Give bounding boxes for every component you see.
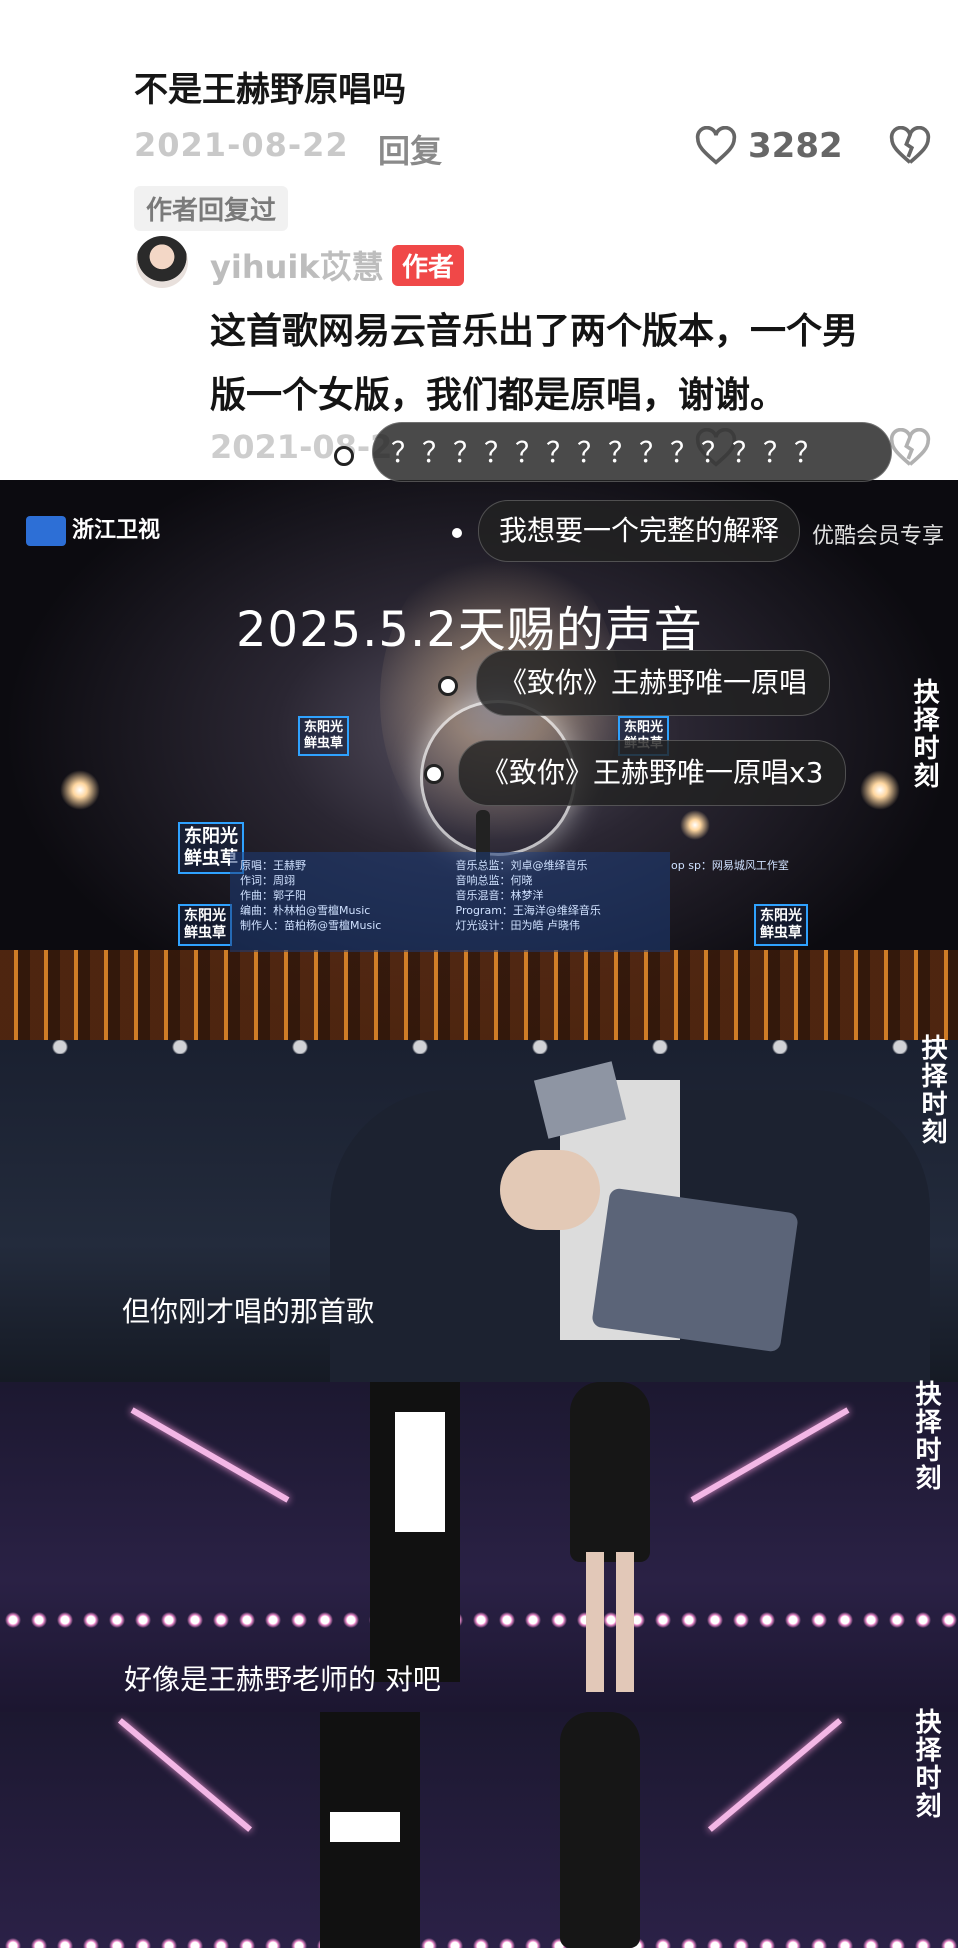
side-label: 抉择时刻: [909, 678, 939, 790]
danmaku-bubble[interactable]: ？？？？？？？？？？？？？？: [372, 422, 892, 482]
performer-right: [570, 1382, 650, 1562]
stage-light-beam: [707, 1718, 843, 1832]
host-cue-card: [591, 1187, 799, 1353]
credit-line: op sp：网易城风工作室: [671, 859, 789, 872]
stage-lights-row: [0, 1040, 958, 1054]
credit-line: 原唱：王赫野: [240, 859, 306, 872]
performer-right-leg: [586, 1552, 604, 1692]
comment-date: 2021-08-22: [134, 126, 349, 164]
credit-line: 灯光设计：田为皓 卢晓伟: [455, 919, 581, 932]
stage-lights-row: [0, 1612, 958, 1628]
reply-text: 这首歌网易云音乐出了两个版本，一个男 版一个女版，我们都是原唱，谢谢。: [210, 300, 940, 428]
danmaku-bubble[interactable]: 《致你》王赫野唯一原唱x3: [458, 740, 847, 806]
broken-heart-icon[interactable]: [888, 126, 932, 166]
audience-lights: [0, 950, 958, 1040]
stage-light-beam: [130, 1407, 290, 1503]
danmaku-avatar-icon: [438, 676, 458, 696]
sponsor-logo: 东阳光 鲜虫草: [298, 716, 350, 756]
credit-line: 作曲：郭子阳: [240, 889, 306, 902]
danmaku-bubble[interactable]: 我想要一个完整的解释: [478, 500, 801, 562]
danmaku-avatar-icon: [424, 764, 444, 784]
like-count: 3282: [748, 126, 843, 166]
video-frame-performers: [0, 1712, 958, 1948]
danmaku-dot-icon: [452, 528, 462, 538]
song-credits: 原唱：王赫野 作词：周翊作曲：郭子阳编曲：朴林柏@雪檀Music 制作人：苗柏杨@雪…: [230, 852, 789, 952]
credit-line: Program：王海洋@维绎音乐: [455, 904, 601, 917]
comment-text: 不是王赫野原唱吗: [134, 70, 406, 110]
stage-light: [60, 770, 100, 810]
side-label: 抉择时刻: [917, 1034, 947, 1146]
danmaku-bubble[interactable]: 《致你》王赫野唯一原唱: [476, 650, 831, 716]
channel-logo: 浙江卫视: [26, 512, 160, 546]
youku-vip-label: 优酷会员专享: [812, 524, 945, 549]
reply-text-line: 版一个女版，我们都是原唱，谢谢。: [210, 375, 787, 416]
danmaku-avatar-icon: [334, 446, 354, 466]
credit-line: 制作人：苗柏杨@雪檀Music: [240, 919, 382, 932]
performer-left-shirt: [395, 1412, 445, 1532]
credit-line: 音响总监：何晓: [455, 874, 533, 887]
stage-light-beam: [690, 1407, 850, 1503]
subtitle: 好像是王赫野老师的 对吧: [124, 1663, 441, 1696]
channel-logo-icon: [26, 516, 66, 546]
heart-icon[interactable]: [694, 126, 738, 166]
credit-line: 作词：周翊: [240, 874, 295, 887]
author-tag: 作者: [392, 245, 465, 286]
stage-lights-row: [0, 1938, 958, 1948]
reply-button[interactable]: 回复: [378, 126, 442, 172]
subtitle: 但你刚才唱的那首歌: [122, 1295, 375, 1328]
side-label: 抉择时刻: [911, 1380, 941, 1492]
reply-text-line: 这首歌网易云音乐出了两个版本，一个男: [210, 311, 859, 352]
video-frame-host: [0, 1040, 958, 1382]
broken-heart-icon[interactable]: [888, 428, 932, 468]
credit-line: 编曲：朴林柏@雪檀Music: [240, 904, 371, 917]
performer-left-shirt: [330, 1812, 400, 1842]
stage-light: [680, 810, 710, 840]
reply-username[interactable]: yihuik苡慧: [210, 242, 384, 288]
credit-line: 音乐总监：刘卓@维绎音乐: [455, 859, 588, 872]
performer-right-leg: [616, 1552, 634, 1692]
sponsor-logo: 东阳光 鲜虫草: [178, 904, 232, 946]
author-replied-badge: 作者回复过: [134, 186, 289, 231]
side-label: 抉择时刻: [911, 1708, 941, 1820]
performer-right: [560, 1712, 640, 1948]
avatar[interactable]: [136, 236, 188, 288]
stage-light: [860, 770, 900, 810]
stage-light-beam: [117, 1718, 253, 1832]
host-hand: [500, 1150, 600, 1230]
sponsor-logo: 东阳光 鲜虫草: [754, 904, 808, 946]
reply-date: 2021-08-2: [210, 428, 393, 466]
credit-line: 音乐混音：林梦洋: [455, 889, 544, 902]
